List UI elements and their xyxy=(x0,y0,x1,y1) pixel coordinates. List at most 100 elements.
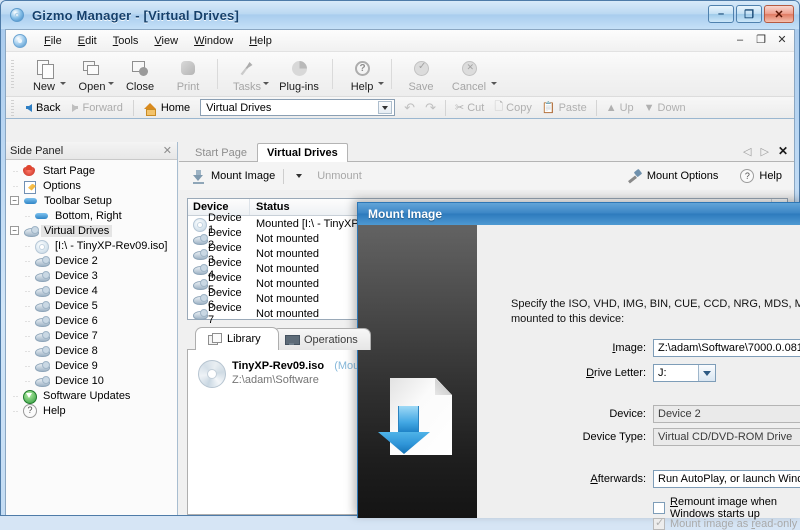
tree-item-device-4[interactable]: ··Device 4 xyxy=(10,283,177,298)
mdi-close-button[interactable]: ✕ xyxy=(776,32,788,48)
chevron-down-icon[interactable] xyxy=(378,101,392,114)
location-combobox[interactable]: Virtual Drives xyxy=(200,99,395,116)
mount-options-button[interactable]: Mount Options xyxy=(623,167,723,186)
tree-item-device-7[interactable]: ··Device 7 xyxy=(10,328,177,343)
tab-operations[interactable]: Operations xyxy=(272,328,371,350)
menu-item-edit[interactable]: Edit xyxy=(70,33,105,49)
mount-image-dropdown[interactable] xyxy=(292,169,305,183)
tree-item-software-updates[interactable]: ··Software Updates xyxy=(10,388,177,403)
chevron-down-icon[interactable] xyxy=(698,365,715,381)
toolbar-icon xyxy=(22,194,38,208)
home-icon xyxy=(144,102,157,114)
cut-button[interactable]: ✂ Cut xyxy=(450,101,489,114)
toolbar-button-plugins[interactable]: Plug-ins xyxy=(271,52,327,96)
tree-item-device-9[interactable]: ··Device 9 xyxy=(10,358,177,373)
afterwards-field[interactable]: Run AutoPlay, or launch Windows Explorer xyxy=(653,470,800,488)
paste-button[interactable]: 📋 Paste xyxy=(537,101,592,114)
remount-checkbox-row[interactable]: Remount image when Windows starts up xyxy=(653,496,800,520)
help-button[interactable]: ? Help xyxy=(736,167,786,185)
toolbar-separator xyxy=(283,169,284,184)
bottom-tab-strip: Library Operations xyxy=(187,327,788,350)
mdi-minimize-button[interactable]: – xyxy=(734,32,746,48)
tree-expander-icon[interactable]: − xyxy=(10,196,19,205)
toolbar-grip[interactable] xyxy=(10,60,17,88)
undo-button[interactable]: ↶ xyxy=(399,100,420,116)
toolbar-separator xyxy=(217,59,218,89)
toolbar-button-save[interactable]: Save xyxy=(397,52,445,96)
tree-item-bottom-right[interactable]: ··Bottom, Right xyxy=(10,208,177,223)
up-button[interactable]: ▲ Up xyxy=(601,102,639,114)
tree-item-toolbar-setup[interactable]: −Toolbar Setup xyxy=(10,193,177,208)
chevron-down-icon[interactable] xyxy=(378,82,384,85)
tree-item-device-5[interactable]: ··Device 5 xyxy=(10,298,177,313)
tab-navigation: ◁ ▷ ✕ xyxy=(743,144,788,158)
forward-button[interactable]: Forward xyxy=(66,101,128,115)
tree-line: ·· xyxy=(10,406,21,416)
toolbar-button-close[interactable]: Close xyxy=(116,52,164,96)
tab-virtual-drives[interactable]: Virtual Drives xyxy=(257,143,348,162)
tab-prev-icon[interactable]: ◁ xyxy=(743,145,751,158)
drive-icon xyxy=(191,232,206,245)
device-field: Device 2 xyxy=(653,405,800,423)
tab-close-icon[interactable]: ✕ xyxy=(778,144,788,158)
navbar-separator xyxy=(133,100,134,116)
tree-item-device-3[interactable]: ··Device 3 xyxy=(10,268,177,283)
dialog-description: Specify the ISO, VHD, IMG, BIN, CUE, CCD… xyxy=(511,297,800,327)
arrow-left-icon xyxy=(26,104,32,112)
tree-line: ·· xyxy=(22,361,33,371)
chevron-down-icon[interactable] xyxy=(60,82,66,85)
toolbar-button-cancel[interactable]: Cancel xyxy=(445,52,493,96)
close-button[interactable]: ✕ xyxy=(764,5,794,23)
navbar-grip[interactable] xyxy=(10,100,17,116)
tab-library[interactable]: Library xyxy=(195,327,279,350)
tree-expander-icon[interactable]: − xyxy=(10,226,19,235)
tree-item-device-8[interactable]: ··Device 8 xyxy=(10,343,177,358)
chevron-down-icon[interactable] xyxy=(108,82,114,85)
menu-item-file[interactable]: FFileile xyxy=(36,33,70,49)
navigation-bar: Back Forward Home Virtual Drives ↶ ↷ xyxy=(6,97,794,119)
chevron-down-icon[interactable] xyxy=(491,82,497,85)
minimize-button[interactable]: – xyxy=(708,5,734,23)
mdi-restore-button[interactable]: ❐ xyxy=(755,32,767,48)
drive-icon xyxy=(191,292,206,305)
toolbar-button-print[interactable]: Print xyxy=(164,52,212,96)
tab-start-page[interactable]: Start Page xyxy=(185,143,257,161)
home-button[interactable]: Home xyxy=(138,101,196,115)
printer-icon xyxy=(177,58,199,80)
mount-image-button[interactable]: Mount Image xyxy=(187,167,279,186)
menu-item-view[interactable]: View xyxy=(146,33,186,49)
menu-item-window[interactable]: Window xyxy=(186,33,241,49)
tree-item-i-tinyxp-rev09-iso[interactable]: ··[I:\ - TinyXP-Rev09.iso] xyxy=(10,238,177,253)
back-button[interactable]: Back xyxy=(20,101,66,115)
dialog-description-line1: Specify the ISO, VHD, IMG, BIN, CUE, CCD… xyxy=(511,297,800,312)
drive-icon xyxy=(191,262,206,275)
tree-item-virtual-drives[interactable]: −Virtual Drives xyxy=(10,223,177,238)
tree-item-label: Device 6 xyxy=(52,315,101,327)
toolbar-button-new[interactable]: New xyxy=(20,52,68,96)
maximize-button[interactable]: ❐ xyxy=(736,5,762,23)
scissors-icon: ✂ xyxy=(455,101,464,114)
copy-button[interactable]: 🗋 Copy xyxy=(489,98,537,117)
toolbar-label: Open xyxy=(79,81,106,93)
tree-item-options[interactable]: ··Options xyxy=(10,178,177,193)
toolbar-button-help[interactable]: ? Help xyxy=(338,52,386,96)
tab-next-icon[interactable]: ▷ xyxy=(760,145,768,158)
tree-item-start-page[interactable]: ··Start Page xyxy=(10,163,177,178)
tree-item-device-6[interactable]: ··Device 6 xyxy=(10,313,177,328)
menu-item-tools[interactable]: Tools xyxy=(105,33,147,49)
tree-item-help[interactable]: ··Help xyxy=(10,403,177,418)
down-button[interactable]: ▼ Down xyxy=(639,102,691,114)
menu-item-help[interactable]: Help xyxy=(241,33,280,49)
tree-item-label: Device 2 xyxy=(52,255,101,267)
checkbox-remount[interactable] xyxy=(653,502,665,514)
unmount-button[interactable]: Unmount xyxy=(313,168,366,184)
tree-item-device-2[interactable]: ··Device 2 xyxy=(10,253,177,268)
toolbar-button-open[interactable]: Open xyxy=(68,52,116,96)
drive-letter-combobox[interactable]: J: xyxy=(653,364,716,382)
close-icon[interactable]: ✕ xyxy=(163,144,172,157)
redo-button[interactable]: ↷ xyxy=(420,100,441,116)
tree-item-device-10[interactable]: ··Device 10 xyxy=(10,373,177,388)
toolbar-button-tasks[interactable]: Tasks xyxy=(223,52,271,96)
dialog-form-area: Specify the ISO, VHD, IMG, BIN, CUE, CCD… xyxy=(477,225,800,518)
chevron-down-icon[interactable] xyxy=(263,82,269,85)
